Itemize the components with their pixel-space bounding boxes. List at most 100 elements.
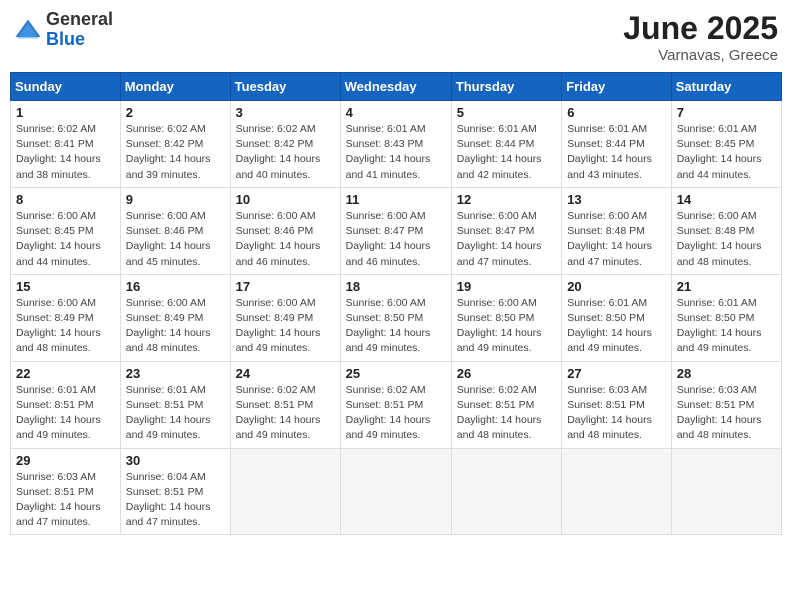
calendar-cell: 8Sunrise: 6:00 AMSunset: 8:45 PMDaylight… (11, 187, 121, 274)
day-number: 22 (16, 366, 115, 381)
day-info: Sunrise: 6:04 AMSunset: 8:51 PMDaylight:… (126, 470, 225, 531)
day-number: 23 (126, 366, 225, 381)
day-info: Sunrise: 6:00 AMSunset: 8:49 PMDaylight:… (16, 296, 115, 357)
day-info: Sunrise: 6:02 AMSunset: 8:51 PMDaylight:… (457, 383, 556, 444)
day-info: Sunrise: 6:00 AMSunset: 8:49 PMDaylight:… (126, 296, 225, 357)
day-info: Sunrise: 6:01 AMSunset: 8:51 PMDaylight:… (126, 383, 225, 444)
calendar-cell: 3Sunrise: 6:02 AMSunset: 8:42 PMDaylight… (230, 101, 340, 188)
day-info: Sunrise: 6:02 AMSunset: 8:51 PMDaylight:… (346, 383, 446, 444)
day-info: Sunrise: 6:01 AMSunset: 8:44 PMDaylight:… (567, 122, 666, 183)
day-info: Sunrise: 6:01 AMSunset: 8:44 PMDaylight:… (457, 122, 556, 183)
day-number: 29 (16, 453, 115, 468)
day-info: Sunrise: 6:01 AMSunset: 8:43 PMDaylight:… (346, 122, 446, 183)
day-number: 4 (346, 105, 446, 120)
day-number: 2 (126, 105, 225, 120)
day-number: 1 (16, 105, 115, 120)
calendar-cell: 9 Sunrise: 6:00 AMSunset: 8:46 PMDaylight… (120, 187, 230, 274)
calendar-cell: 30 Sunrise: 6:04 AMSunset: 8:51 PMDayligh… (120, 448, 230, 535)
day-info: Sunrise: 6:00 AMSunset: 8:47 PMDaylight:… (457, 209, 556, 270)
calendar-cell: 29 Sunrise: 6:03 AMSunset: 8:51 PMDayligh… (11, 448, 121, 535)
day-number: 17 (236, 279, 335, 294)
day-info: Sunrise: 6:00 AMSunset: 8:50 PMDaylight:… (346, 296, 446, 357)
day-number: 18 (346, 279, 446, 294)
day-number: 21 (677, 279, 776, 294)
calendar-cell: 26 Sunrise: 6:02 AMSunset: 8:51 PMDayligh… (451, 361, 561, 448)
calendar-header-row: SundayMondayTuesdayWednesdayThursdayFrid… (11, 73, 782, 101)
col-header-saturday: Saturday (671, 73, 781, 101)
day-info: Sunrise: 6:00 AMSunset: 8:50 PMDaylight:… (457, 296, 556, 357)
logo-text: General Blue (46, 10, 113, 50)
col-header-thursday: Thursday (451, 73, 561, 101)
day-number: 19 (457, 279, 556, 294)
day-info: Sunrise: 6:00 AMSunset: 8:47 PMDaylight:… (346, 209, 446, 270)
day-number: 26 (457, 366, 556, 381)
calendar-cell: 1 Sunrise: 6:02 AMSunset: 8:41 PMDaylight… (11, 101, 121, 188)
calendar-cell: 22 Sunrise: 6:01 AMSunset: 8:51 PMDayligh… (11, 361, 121, 448)
day-info: Sunrise: 6:02 AMSunset: 8:41 PMDaylight:… (16, 122, 115, 183)
logo-general: General (46, 9, 113, 29)
calendar-cell: 17 Sunrise: 6:00 AMSunset: 8:49 PMDayligh… (230, 274, 340, 361)
day-info: Sunrise: 6:01 AMSunset: 8:45 PMDaylight:… (677, 122, 776, 183)
calendar-cell: 14Sunrise: 6:00 AMSunset: 8:48 PMDayligh… (671, 187, 781, 274)
col-header-monday: Monday (120, 73, 230, 101)
day-info: Sunrise: 6:00 AMSunset: 8:46 PMDaylight:… (126, 209, 225, 270)
calendar-cell: 2 Sunrise: 6:02 AMSunset: 8:42 PMDaylight… (120, 101, 230, 188)
calendar-cell: 27Sunrise: 6:03 AMSunset: 8:51 PMDayligh… (562, 361, 672, 448)
day-number: 30 (126, 453, 225, 468)
day-info: Sunrise: 6:02 AMSunset: 8:42 PMDaylight:… (126, 122, 225, 183)
day-info: Sunrise: 6:02 AMSunset: 8:51 PMDaylight:… (236, 383, 335, 444)
calendar-cell: 18 Sunrise: 6:00 AMSunset: 8:50 PMDayligh… (340, 274, 451, 361)
day-number: 6 (567, 105, 666, 120)
month-title: June 2025 (623, 10, 778, 47)
calendar-cell (340, 448, 451, 535)
calendar-table: SundayMondayTuesdayWednesdayThursdayFrid… (10, 72, 782, 535)
logo-icon (14, 16, 42, 44)
calendar-cell: 7 Sunrise: 6:01 AMSunset: 8:45 PMDaylight… (671, 101, 781, 188)
calendar-cell: 5Sunrise: 6:01 AMSunset: 8:44 PMDaylight… (451, 101, 561, 188)
week-row-4: 22 Sunrise: 6:01 AMSunset: 8:51 PMDayligh… (11, 361, 782, 448)
calendar-cell: 11 Sunrise: 6:00 AMSunset: 8:47 PMDayligh… (340, 187, 451, 274)
col-header-wednesday: Wednesday (340, 73, 451, 101)
calendar-cell: 23 Sunrise: 6:01 AMSunset: 8:51 PMDayligh… (120, 361, 230, 448)
calendar-cell (562, 448, 672, 535)
page-header: General Blue June 2025 Varnavas, Greece (10, 10, 782, 64)
day-number: 13 (567, 192, 666, 207)
day-number: 9 (126, 192, 225, 207)
col-header-tuesday: Tuesday (230, 73, 340, 101)
day-info: Sunrise: 6:02 AMSunset: 8:42 PMDaylight:… (236, 122, 335, 183)
day-number: 11 (346, 192, 446, 207)
day-number: 16 (126, 279, 225, 294)
title-block: June 2025 Varnavas, Greece (623, 10, 778, 64)
day-info: Sunrise: 6:01 AMSunset: 8:51 PMDaylight:… (16, 383, 115, 444)
day-number: 27 (567, 366, 666, 381)
calendar-cell: 24 Sunrise: 6:02 AMSunset: 8:51 PMDayligh… (230, 361, 340, 448)
calendar-cell: 19 Sunrise: 6:00 AMSunset: 8:50 PMDayligh… (451, 274, 561, 361)
day-info: Sunrise: 6:01 AMSunset: 8:50 PMDaylight:… (567, 296, 666, 357)
day-info: Sunrise: 6:00 AMSunset: 8:48 PMDaylight:… (567, 209, 666, 270)
week-row-1: 1 Sunrise: 6:02 AMSunset: 8:41 PMDaylight… (11, 101, 782, 188)
calendar-cell: 6 Sunrise: 6:01 AMSunset: 8:44 PMDaylight… (562, 101, 672, 188)
day-number: 14 (677, 192, 776, 207)
week-row-2: 8Sunrise: 6:00 AMSunset: 8:45 PMDaylight… (11, 187, 782, 274)
day-number: 24 (236, 366, 335, 381)
day-info: Sunrise: 6:03 AMSunset: 8:51 PMDaylight:… (16, 470, 115, 531)
day-number: 7 (677, 105, 776, 120)
day-info: Sunrise: 6:00 AMSunset: 8:49 PMDaylight:… (236, 296, 335, 357)
day-info: Sunrise: 6:03 AMSunset: 8:51 PMDaylight:… (677, 383, 776, 444)
location: Varnavas, Greece (623, 47, 778, 64)
calendar-cell (230, 448, 340, 535)
calendar-cell (451, 448, 561, 535)
calendar-cell: 10Sunrise: 6:00 AMSunset: 8:46 PMDayligh… (230, 187, 340, 274)
calendar-cell: 16 Sunrise: 6:00 AMSunset: 8:49 PMDayligh… (120, 274, 230, 361)
calendar-cell: 12 Sunrise: 6:00 AMSunset: 8:47 PMDayligh… (451, 187, 561, 274)
day-number: 12 (457, 192, 556, 207)
week-row-5: 29 Sunrise: 6:03 AMSunset: 8:51 PMDayligh… (11, 448, 782, 535)
day-number: 20 (567, 279, 666, 294)
col-header-sunday: Sunday (11, 73, 121, 101)
day-number: 28 (677, 366, 776, 381)
calendar-cell: 13 Sunrise: 6:00 AMSunset: 8:48 PMDayligh… (562, 187, 672, 274)
calendar-cell: 25 Sunrise: 6:02 AMSunset: 8:51 PMDayligh… (340, 361, 451, 448)
day-info: Sunrise: 6:00 AMSunset: 8:46 PMDaylight:… (236, 209, 335, 270)
day-number: 25 (346, 366, 446, 381)
calendar-cell: 20 Sunrise: 6:01 AMSunset: 8:50 PMDayligh… (562, 274, 672, 361)
